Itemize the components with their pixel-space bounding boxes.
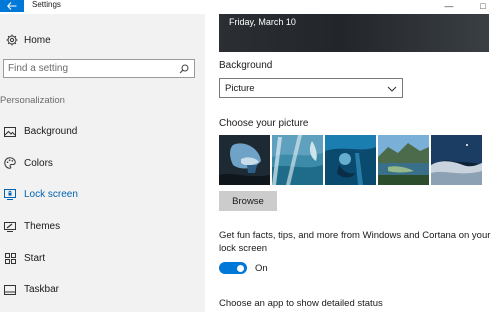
minimize-button[interactable]: —	[432, 0, 466, 12]
picture-thumbnails	[219, 135, 482, 185]
palette-icon	[1, 157, 19, 170]
picture-thumbnail[interactable]	[431, 135, 482, 185]
start-grid-icon	[1, 252, 19, 264]
browse-button[interactable]: Browse	[219, 191, 277, 211]
brush-icon	[1, 221, 19, 232]
sidebar-item-colors[interactable]: Colors	[0, 148, 205, 180]
toggle-state-label: On	[255, 262, 268, 274]
fun-facts-label: Get fun facts, tips, and more from Windo…	[219, 230, 491, 254]
sidebar-item-taskbar[interactable]: Taskbar	[0, 274, 205, 306]
picture-thumbnail[interactable]	[219, 135, 270, 185]
lock-screen-preview: Friday, March 10	[219, 14, 489, 52]
background-dropdown-value: Picture	[225, 82, 255, 94]
sidebar-item-start[interactable]: Start	[0, 242, 205, 274]
lock-screen-settings: Friday, March 10 Background Picture Choo…	[205, 14, 500, 312]
choose-picture-label: Choose your picture	[219, 118, 309, 129]
chevron-down-icon	[387, 79, 397, 97]
picture-icon	[1, 126, 19, 137]
sidebar-item-lock-screen[interactable]: Lock screen	[0, 179, 205, 211]
background-label: Background	[219, 60, 273, 71]
taskbar-icon	[1, 284, 19, 295]
picture-thumbnail[interactable]	[378, 135, 429, 185]
preview-date: Friday, March 10	[229, 17, 296, 27]
window-controls: — □	[432, 0, 500, 12]
app-title: Settings	[32, 0, 61, 9]
sidebar-item-label: Start	[24, 252, 46, 264]
section-title: Personalization	[0, 95, 65, 106]
sidebar-item-label: Background	[24, 126, 78, 138]
fun-facts-toggle-row: On	[219, 262, 268, 274]
maximize-button[interactable]: □	[466, 0, 500, 12]
sidebar-item-label: Taskbar	[24, 284, 60, 296]
search-box[interactable]	[3, 59, 195, 78]
sidebar-item-themes[interactable]: Themes	[0, 211, 205, 243]
sidebar-item-label: Themes	[24, 221, 61, 233]
sidebar-item-background[interactable]: Background	[0, 116, 205, 148]
sidebar-item-label: Colors	[24, 157, 53, 169]
status-app-label: Choose an app to show detailed status	[219, 298, 383, 309]
search-input[interactable]	[4, 63, 177, 74]
home-label: Home	[24, 34, 51, 46]
sidebar: Home Personalization Background Colors L…	[0, 14, 205, 312]
picture-thumbnail[interactable]	[272, 135, 323, 185]
picture-thumbnail[interactable]	[325, 135, 376, 185]
search-icon[interactable]	[177, 64, 191, 74]
toggle-knob	[237, 264, 244, 272]
home-nav-item[interactable]: Home	[0, 30, 205, 50]
fun-facts-toggle[interactable]	[219, 262, 247, 274]
background-dropdown[interactable]: Picture	[219, 78, 403, 98]
back-button[interactable]	[0, 0, 24, 12]
personalization-nav: Background Colors Lock screen Themes Sta…	[0, 116, 205, 306]
title-bar: Settings — □	[0, 0, 500, 14]
sidebar-item-label: Lock screen	[24, 189, 78, 201]
lock-screen-icon	[1, 189, 19, 201]
back-arrow-icon	[7, 0, 17, 15]
gear-icon	[2, 34, 22, 46]
